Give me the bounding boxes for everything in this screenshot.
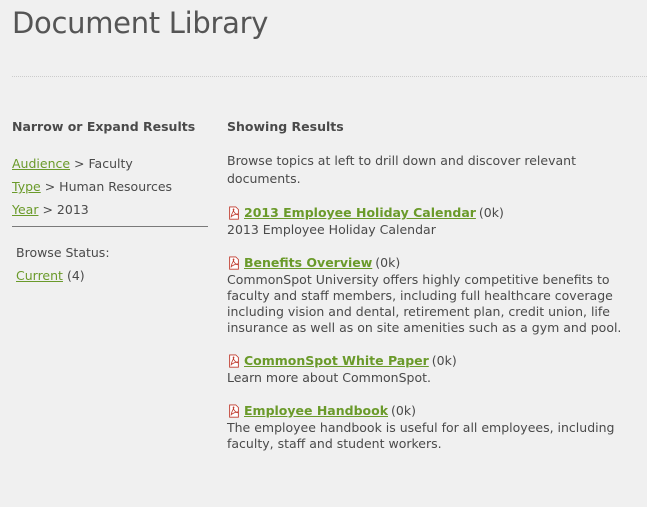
filter-separator: > — [42, 202, 53, 217]
document-size: (0k) — [478, 205, 504, 220]
pdf-icon — [229, 354, 239, 368]
results-panel: Showing Results Browse topics at left to… — [227, 118, 639, 468]
filter-year: Year > 2013 — [12, 198, 208, 221]
document-item: 2013 Employee Holiday Calendar (0k) 2013… — [227, 204, 639, 238]
document-item: Employee Handbook (0k) The employee hand… — [227, 402, 639, 452]
document-link[interactable]: 2013 Employee Holiday Calendar — [244, 204, 476, 222]
filter-type-value: Human Resources — [59, 179, 173, 194]
document-size: (0k) — [391, 403, 416, 418]
filter-year-link[interactable]: Year — [12, 202, 38, 217]
document-title-row: Benefits Overview (0k) — [227, 254, 639, 272]
sidebar-heading: Narrow or Expand Results — [12, 119, 196, 134]
results-heading: Showing Results — [227, 119, 344, 134]
browse-status: Browse Status: Current (4) — [16, 241, 208, 287]
filter-type: Type > Human Resources — [12, 175, 208, 198]
filter-type-link[interactable]: Type — [12, 179, 41, 194]
sidebar-divider — [12, 226, 208, 227]
browse-status-count: (4) — [66, 268, 85, 283]
document-size: (0k) — [375, 255, 401, 270]
document-link[interactable]: Employee Handbook — [244, 402, 388, 420]
document-link[interactable]: CommonSpot White Paper — [244, 352, 429, 370]
document-title-row: Employee Handbook (0k) — [227, 402, 639, 420]
document-description: The employee handbook is useful for all … — [227, 420, 615, 451]
filter-audience-value: Faculty — [88, 156, 133, 171]
filter-separator: > — [74, 156, 85, 171]
document-item: Benefits Overview (0k) CommonSpot Univer… — [227, 254, 639, 336]
document-description: 2013 Employee Holiday Calendar — [227, 222, 436, 237]
filter-audience-link[interactable]: Audience — [12, 156, 70, 171]
document-title-row: CommonSpot White Paper (0k) — [227, 352, 639, 370]
document-item: CommonSpot White Paper (0k) Learn more a… — [227, 352, 639, 386]
filter-sidebar: Narrow or Expand Results Audience > Facu… — [12, 118, 208, 287]
pdf-icon — [229, 256, 239, 270]
filter-separator: > — [44, 179, 56, 194]
browse-status-current-link[interactable]: Current — [16, 268, 63, 283]
document-description: CommonSpot University offers highly comp… — [227, 272, 622, 335]
browse-status-label: Browse Status: — [16, 245, 110, 260]
filter-audience: Audience > Faculty — [12, 152, 208, 175]
document-size: (0k) — [431, 353, 457, 368]
document-description: Learn more about CommonSpot. — [227, 370, 431, 385]
results-intro: Browse topics at left to drill down and … — [227, 153, 576, 186]
document-title-row: 2013 Employee Holiday Calendar (0k) — [227, 204, 639, 222]
browse-status-current: Current (4) — [16, 264, 208, 287]
pdf-icon — [229, 404, 239, 418]
document-link[interactable]: Benefits Overview — [244, 254, 372, 272]
pdf-icon — [229, 206, 239, 220]
header-divider — [12, 76, 647, 77]
page-title: Document Library — [12, 6, 269, 40]
filter-year-value: 2013 — [56, 202, 89, 217]
